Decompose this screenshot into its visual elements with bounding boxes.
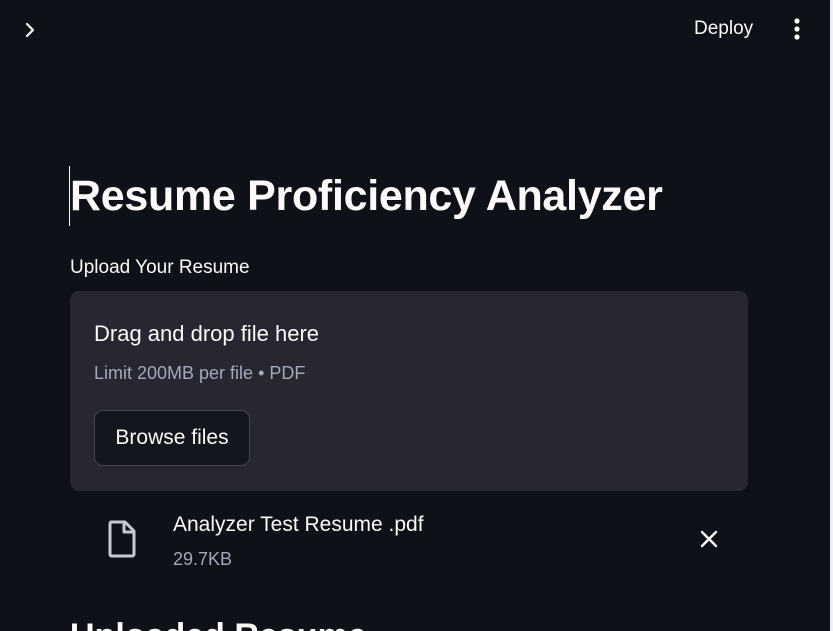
remove-file-button[interactable] [694, 524, 724, 554]
main-menu-button[interactable] [782, 12, 812, 46]
uploaded-file-size: 29.7KB [173, 549, 233, 569]
browse-files-button[interactable]: Browse files [94, 410, 250, 466]
page-title: Resume Proficiency Analyzer [70, 172, 663, 220]
deploy-button[interactable]: Deploy [684, 12, 763, 46]
dropzone-limit-text: Limit 200MB per file • PDF [94, 363, 306, 383]
close-icon [700, 530, 718, 548]
app-window: Deploy Resume Proficiency Analyzer Uploa… [0, 0, 833, 631]
uploaded-file-item: Analyzer Test Resume .pdf 29.7KB [70, 502, 748, 578]
chevron-right-icon [25, 22, 35, 38]
uploaded-resume-heading: Uploaded Resume [70, 614, 367, 631]
sidebar-toggle-button[interactable] [16, 16, 44, 44]
file-icon [106, 519, 138, 559]
file-dropzone[interactable]: Drag and drop file here Limit 200MB per … [70, 291, 748, 491]
vertical-dots-icon [794, 18, 800, 40]
upload-label: Upload Your Resume [70, 257, 250, 278]
dropzone-title: Drag and drop file here [94, 321, 320, 346]
uploaded-file-name: Analyzer Test Resume .pdf [173, 513, 424, 536]
